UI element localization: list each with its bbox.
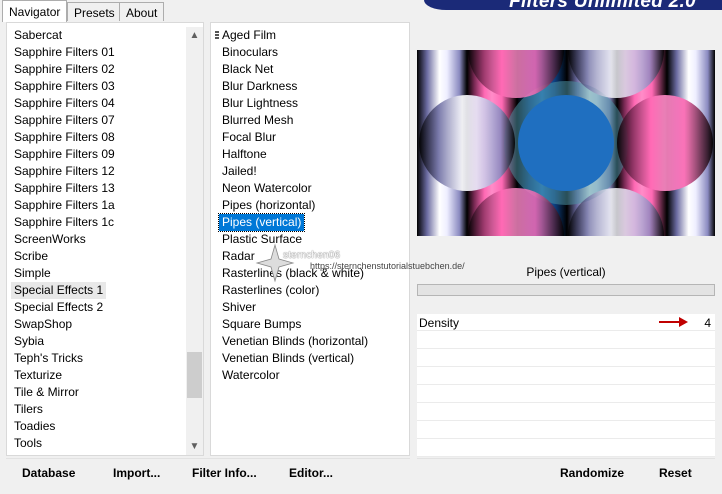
category-item[interactable]: Sybia [14,333,44,350]
param-row-empty [417,386,715,403]
tab-navigator[interactable]: Navigator [2,0,68,22]
filter-item[interactable]: Blur Lightness [222,95,298,112]
category-item[interactable]: Simple [14,265,51,282]
filter-item[interactable]: Binoculars [222,44,278,61]
parameter-list: Density 4 [417,314,715,457]
tab-about[interactable]: About [119,2,165,21]
category-item[interactable]: Sapphire Filters 07 [14,112,115,129]
param-label: Density [419,316,460,330]
param-value[interactable]: 4 [704,315,711,331]
category-item[interactable]: ScreenWorks [14,231,86,248]
category-item[interactable]: Special Effects 2 [14,299,103,316]
filter-item[interactable]: Watercolor [222,367,280,384]
category-item[interactable]: Sapphire Filters 13 [14,180,115,197]
category-item[interactable]: Scribe [14,248,48,265]
filter-item[interactable]: Venetian Blinds (vertical) [222,350,354,367]
category-item[interactable]: Sapphire Filters 1c [14,214,114,231]
filter-item[interactable]: Neon Watercolor [222,180,312,197]
scroll-up-icon[interactable]: ▲ [186,27,203,44]
category-item[interactable]: Sabercat [14,27,62,44]
param-row-empty [417,332,715,349]
param-row-empty [417,422,715,439]
filter-item[interactable]: Venetian Blinds (horizontal) [222,333,368,350]
watermark-url: https://sternchenstutorialstuebchen.de/ [310,261,465,271]
category-item[interactable]: Tools [14,435,42,452]
param-row-empty [417,404,715,421]
category-item[interactable]: Sapphire Filters 02 [14,61,115,78]
param-row-empty [417,440,715,457]
category-item[interactable]: Sapphire Filters 03 [14,78,115,95]
category-item[interactable]: Sapphire Filters 1a [14,197,115,214]
reset-button[interactable]: Reset [659,463,692,483]
database-button[interactable]: Database [22,463,75,483]
tab-bar: Navigator Presets About [0,0,410,22]
filter-item[interactable]: Aged Film [222,27,276,44]
category-item[interactable]: Texturize [14,367,62,384]
filter-item[interactable]: Pipes (horizontal) [222,197,315,214]
scroll-thumb[interactable] [187,352,202,398]
progress-bar [417,284,715,296]
arrow-right-icon [659,316,689,331]
filter-item[interactable]: Jailed! [222,163,257,180]
preview-image [417,50,715,236]
filter-item[interactable]: Blurred Mesh [222,112,293,129]
scroll-down-icon[interactable]: ▼ [186,438,203,455]
filter-item[interactable]: Black Net [222,61,273,78]
category-item[interactable]: Sapphire Filters 04 [14,95,115,112]
category-item[interactable]: Tile & Mirror [14,384,79,401]
editor-button[interactable]: Editor... [289,463,333,483]
filter-list[interactable]: Aged Film Binoculars Black Net Blur Darknes… [210,22,410,456]
category-item[interactable]: Teph's Tricks [14,350,83,367]
banner-title: Filters Unlimited 2.0 [509,0,696,10]
filter-info-button[interactable]: Filter Info... [192,463,257,483]
import-button[interactable]: Import... [113,463,160,483]
category-item[interactable]: Sapphire Filters 09 [14,146,115,163]
filter-item[interactable]: Blur Darkness [222,78,297,95]
tab-presets[interactable]: Presets [67,2,122,21]
category-scrollbar[interactable]: ▲ ▼ [186,27,203,455]
filter-item[interactable]: Radar [222,248,255,265]
randomize-button[interactable]: Randomize [560,463,624,483]
filter-item[interactable]: Pipes (vertical) [217,213,306,232]
category-item[interactable]: Special Effects 1 [11,282,107,299]
filter-item[interactable]: Focal Blur [222,129,276,146]
watermark-name: sternchen06 [283,250,341,261]
category-item[interactable]: Sapphire Filters 12 [14,163,115,180]
category-item[interactable]: Sapphire Filters 01 [14,44,115,61]
left-button-bar: Database Import... Filter Info... Editor… [6,458,410,486]
category-item[interactable]: Sapphire Filters 08 [14,129,115,146]
right-button-bar: Randomize Reset [417,458,715,486]
filter-item[interactable]: Halftone [222,146,267,163]
param-row-empty [417,350,715,367]
param-row-empty [417,368,715,385]
folder-grip-icon [215,31,219,40]
category-item[interactable]: Tilers [14,401,43,418]
param-row-density[interactable]: Density 4 [417,314,715,331]
filter-item[interactable]: Shiver [222,299,256,316]
category-list[interactable]: Sabercat Sapphire Filters 01 Sapphire Filt… [6,22,204,456]
category-item[interactable]: Toadies [14,418,55,435]
filter-item[interactable]: Square Bumps [222,316,301,333]
app-banner: Filters Unlimited 2.0 [424,0,722,10]
category-item[interactable]: SwapShop [14,316,72,333]
